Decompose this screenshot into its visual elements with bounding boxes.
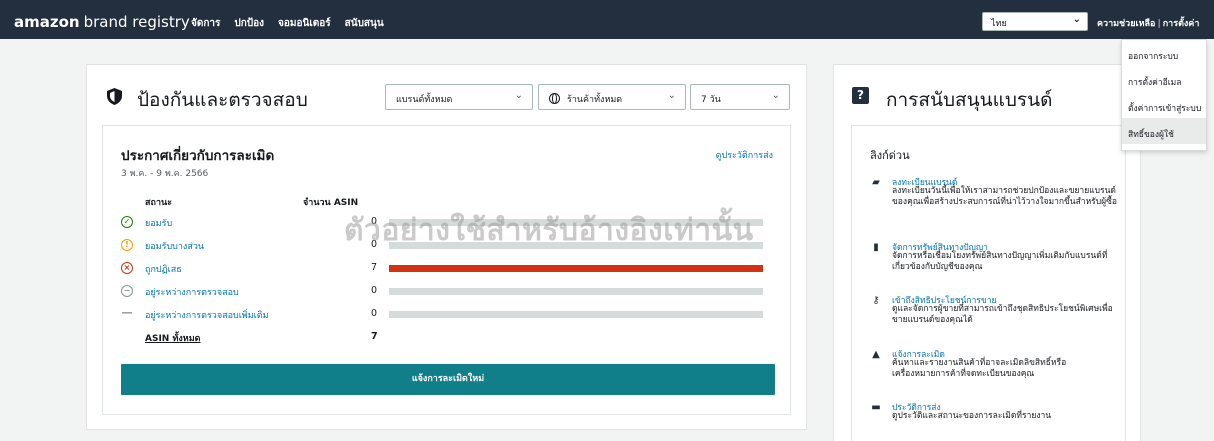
header-divider: | [1157, 19, 1161, 29]
nav-protect[interactable]: ปกป้อง [234, 16, 264, 31]
status-label[interactable]: อยู่ระหว่างการตรวจสอบ [145, 285, 239, 299]
store-select[interactable]: ร้านค้าทั้งหมด ⌄ [538, 84, 686, 110]
status-row-under-review: − อยู่ระหว่างการตรวจสอบ 0 [121, 284, 776, 306]
notice-title: ประกาศเกี่ยวกับการละเมิด [121, 148, 275, 164]
status-count: 0 [371, 308, 378, 319]
violation-notice-panel: ประกาศเกี่ยวกับการละเมิด 3 พ.ค. - 9 พ.ค.… [102, 125, 791, 415]
watermark-text: ตัวอย่างใช้สำหรับอ้างอิงเท่านั้น [344, 213, 754, 248]
status-bar [389, 288, 763, 295]
period-select[interactable]: 7 วัน ⌄ [690, 84, 790, 110]
check-circle-icon: ✓ [121, 216, 133, 228]
menu-item-user-permissions[interactable]: สิทธิ์ของผู้ใช้ [1122, 118, 1206, 144]
settings-dropdown-menu: ออกจากระบบ การตั้งค่าอีเมล ตั้งค่าการเข้… [1121, 39, 1207, 151]
status-column-header: สถานะ [145, 198, 172, 208]
status-label[interactable]: อยู่ระหว่างการตรวจสอบเพิ่มเติม [145, 308, 269, 322]
report-new-violation-button[interactable]: แจ้งการละเมิดใหม่ [121, 364, 775, 395]
brand-support-card: ? การสนับสนุนแบรนด์ ลิงก์ด่วน ▰ ลงทะเบีย… [833, 64, 1141, 441]
status-label[interactable]: ยอมรับ [145, 216, 172, 230]
x-circle-icon: × [121, 262, 133, 274]
quick-link-desc: ค้นหาและรายงานสินค้าที่อาจละเมิดลิขสิทธิ… [892, 358, 1067, 379]
status-row-rejected: × ถูกปฏิเสธ 7 [121, 261, 776, 283]
minus-circle-icon: − [121, 285, 133, 297]
warning-icon: ▲ [872, 349, 880, 360]
status-row-additional-review: — อยู่ระหว่างการตรวจสอบเพิ่มเติม 0 [121, 307, 776, 329]
main-nav: จัดการ ปกป้อง จอมอนิเตอร์ สนับสนุน [191, 16, 384, 31]
status-bar [389, 265, 763, 272]
chevron-down-icon: ⌄ [514, 90, 523, 101]
status-bar [389, 311, 763, 318]
quick-links-title: ลิงก์ด่วน [870, 149, 910, 162]
top-navigation-bar: amazon brand registry จัดการ ปกป้อง จอมอน… [0, 0, 1214, 39]
status-count: 0 [371, 285, 378, 296]
language-select[interactable]: ไทย ⌄ [982, 12, 1088, 31]
chevron-down-icon: ⌄ [1072, 14, 1081, 25]
quick-link-desc: ลงทะเบียนวันนี้เพื่อให้เราสามารถช่วยปกป้… [892, 186, 1117, 207]
document-icon: ▮ [873, 242, 879, 253]
logo-text-bold: amazon [14, 13, 80, 31]
nav-manage[interactable]: จัดการ [191, 16, 220, 31]
nav-support[interactable]: สนับสนุน [345, 16, 384, 31]
dash-icon: — [121, 306, 133, 319]
protect-title: ป้องกันและตรวจสอบ [137, 89, 308, 111]
header-links: ความช่วยเหลือ | การตั้งค่า [1097, 16, 1199, 30]
settings-link[interactable]: การตั้งค่า [1163, 19, 1200, 29]
status-label[interactable]: ถูกปฏิเสธ [145, 262, 182, 276]
status-count: 7 [371, 262, 378, 273]
quick-link-desc: ดูและจัดการผู้ขายที่สามารถเข้าถึงชุดสิทธ… [892, 304, 1113, 325]
menu-item-login-settings[interactable]: ตั้งค่าการเข้าสู่ระบบ [1122, 92, 1206, 118]
quick-link-desc: ดูประวัติและสถานะของการละเมิดที่รายงาน [892, 411, 1052, 421]
status-label[interactable]: ยอมรับบางส่วน [145, 239, 204, 253]
help-link[interactable]: ความช่วยเหลือ [1097, 19, 1155, 29]
chevron-down-icon: ⌄ [667, 90, 676, 101]
globe-icon [549, 93, 560, 104]
menu-item-sign-out[interactable]: ออกจากระบบ [1122, 40, 1206, 66]
question-icon: ? [852, 87, 869, 104]
quick-link-desc: จัดการหรือเชื่อมโยงทรัพย์สินทางปัญญาเพิ่… [892, 251, 1108, 272]
quick-links-panel: ลิงก์ด่วน ▰ ลงทะเบียนแบรนด์ ลงทะเบียนวัน… [851, 125, 1126, 441]
total-asin-label: ASIN ทั้งหมด [145, 334, 201, 344]
folder-icon: ▬ [871, 402, 881, 413]
brand-select[interactable]: แบรนด์ทั้งหมด ⌄ [385, 84, 533, 110]
logo-text-rest: brand registry [83, 13, 190, 31]
brand-select-value: แบรนด์ทั้งหมด [396, 95, 453, 105]
period-select-value: 7 วัน [701, 95, 721, 105]
total-asin-count: 7 [371, 331, 378, 342]
status-bar-fill [389, 265, 763, 272]
store-select-value: ร้านค้าทั้งหมด [567, 95, 623, 105]
folder-plus-icon: ▰ [872, 177, 880, 188]
language-value: ไทย [991, 19, 1007, 29]
shield-icon [107, 88, 122, 105]
amazon-brand-registry-logo[interactable]: amazon brand registry [14, 13, 190, 31]
notice-date-range: 3 พ.ค. - 9 พ.ค. 2566 [121, 169, 209, 179]
support-title: การสนับสนุนแบรนด์ [886, 89, 1053, 111]
key-icon: ⚷ [872, 295, 880, 306]
nav-monitor[interactable]: จอมอนิเตอร์ [278, 16, 331, 31]
exclamation-circle-icon: ! [121, 239, 133, 251]
chevron-down-icon: ⌄ [771, 90, 780, 101]
submission-history-link[interactable]: ดูประวัติการส่ง [716, 148, 773, 162]
menu-item-email-settings[interactable]: การตั้งค่าอีเมล [1122, 66, 1206, 92]
